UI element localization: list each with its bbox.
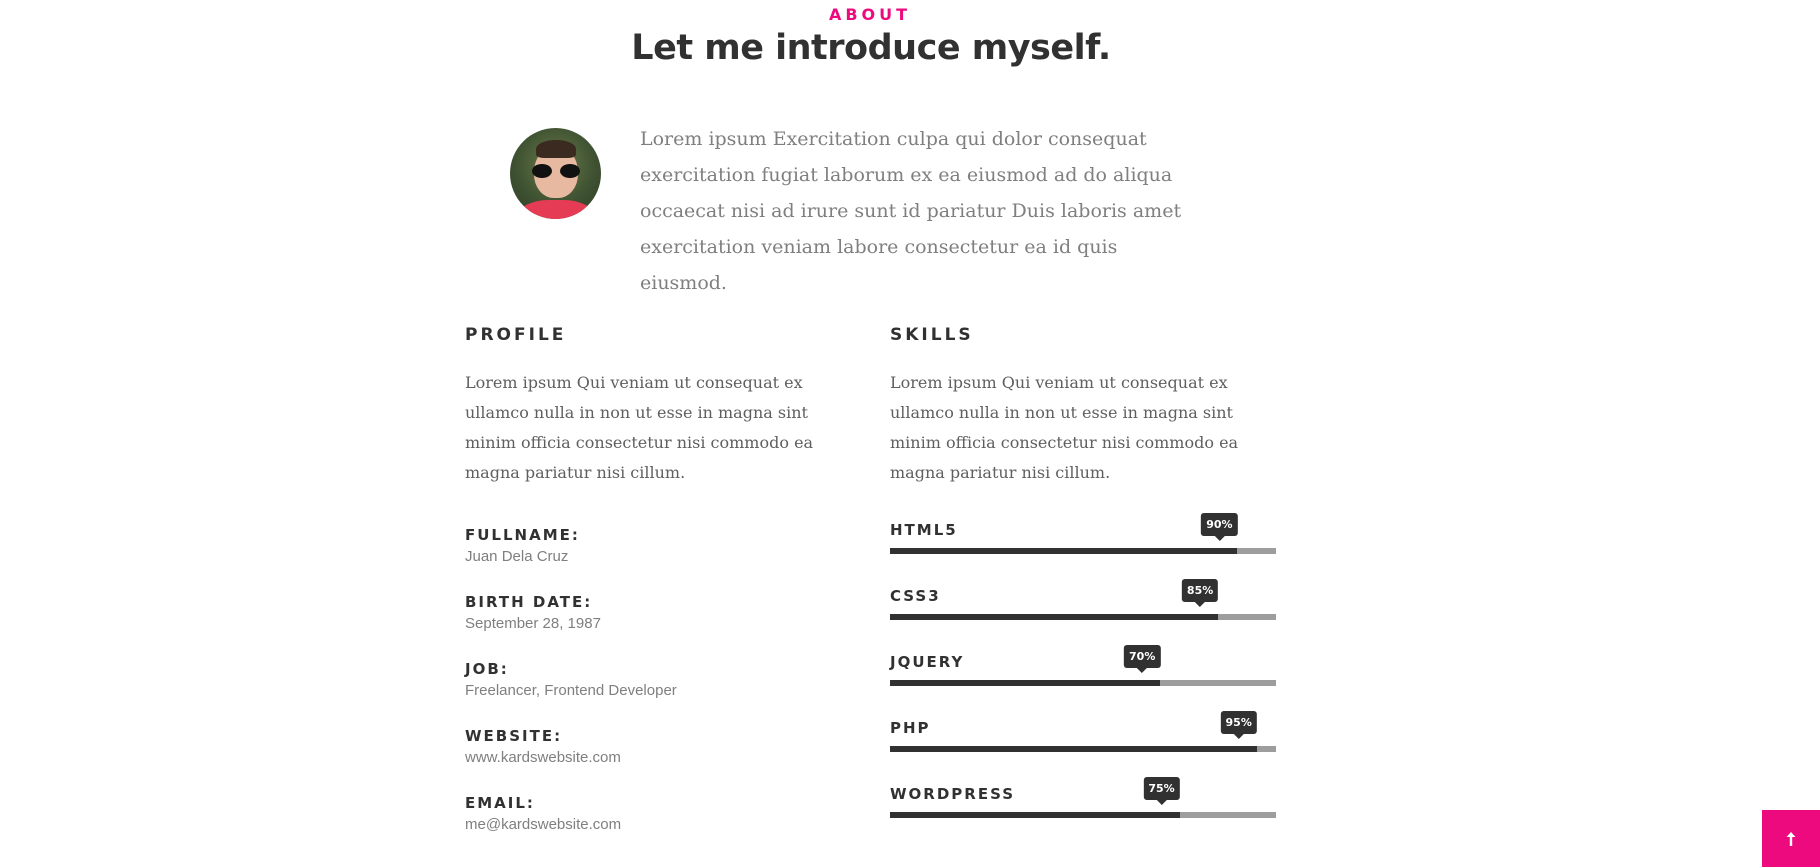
skill-track [890, 548, 1276, 554]
skill-track [890, 812, 1276, 818]
arrow-up-icon [1786, 831, 1796, 846]
skill-bars: HTML5 90% CSS3 85% JQUERY 70% PHP 95% WO… [890, 512, 1276, 842]
skill-html5: HTML5 90% [890, 512, 1276, 578]
skill-name: PHP [890, 719, 931, 737]
info-value: September 28, 1987 [465, 615, 601, 632]
skill-percent-tooltip: 85% [1181, 579, 1219, 607]
skill-name: JQUERY [890, 653, 965, 671]
avatar [510, 128, 601, 219]
skill-fill [890, 812, 1180, 818]
info-label: FULLNAME: [465, 526, 580, 544]
info-label: JOB: [465, 660, 509, 678]
info-item-birth-date: BIRTH DATE: September 28, 1987 [465, 592, 845, 659]
info-item-website: WEBSITE: www.kardswebsite.com [465, 726, 845, 793]
skill-css3: CSS3 85% [890, 578, 1276, 644]
avatar-hair [536, 140, 576, 158]
skill-percent-tooltip: 95% [1220, 711, 1257, 739]
profile-info-list: FULLNAME: Juan Dela Cruz BIRTH DATE: Sep… [465, 525, 845, 860]
skill-name: HTML5 [890, 521, 958, 539]
skill-fill [890, 614, 1219, 620]
skill-percent-tooltip: 90% [1201, 513, 1238, 541]
profile-column: PROFILE Lorem ipsum Qui veniam ut conseq… [465, 323, 855, 488]
info-value: Juan Dela Cruz [465, 548, 569, 565]
skill-name: WORDPRESS [890, 785, 1016, 803]
skill-jquery: JQUERY 70% [890, 644, 1276, 710]
intro-paragraph: Lorem ipsum Exercitation culpa qui dolor… [640, 128, 1182, 294]
skill-track [890, 614, 1276, 620]
skill-fill [890, 548, 1238, 554]
avatar-sunglasses [532, 164, 580, 178]
info-value: Freelancer, Frontend Developer [465, 682, 677, 699]
about-label: ABOUT [828, 5, 912, 24]
skills-column: SKILLS Lorem ipsum Qui veniam ut consequ… [890, 323, 1280, 488]
back-to-top-button[interactable] [1762, 810, 1820, 867]
info-item-email: EMAIL: me@kardswebsite.com [465, 793, 845, 860]
section-title: Let me introduce myself. [631, 28, 1111, 68]
avatar-shirt [518, 200, 594, 219]
skill-php: PHP 95% [890, 710, 1276, 776]
skill-wordpress: WORDPRESS 75% [890, 776, 1276, 842]
skill-name: CSS3 [890, 587, 941, 605]
skills-text: Lorem ipsum Qui veniam ut consequat ex u… [890, 373, 1239, 482]
skill-track [890, 746, 1276, 752]
skill-fill [890, 680, 1161, 686]
profile-title: PROFILE [465, 325, 567, 345]
info-item-fullname: FULLNAME: Juan Dela Cruz [465, 525, 845, 592]
info-item-job: JOB: Freelancer, Frontend Developer [465, 659, 845, 726]
info-value: me@kardswebsite.com [465, 816, 622, 833]
info-label: EMAIL: [465, 794, 535, 812]
skill-percent-tooltip: 70% [1124, 645, 1161, 673]
skill-track [890, 680, 1276, 686]
skill-fill [890, 746, 1257, 752]
profile-text: Lorem ipsum Qui veniam ut consequat ex u… [465, 373, 814, 482]
info-label: BIRTH DATE: [465, 593, 593, 611]
skills-title: SKILLS [890, 325, 974, 345]
skill-percent-tooltip: 75% [1143, 777, 1180, 805]
info-value: www.kardswebsite.com [465, 749, 621, 766]
info-label: WEBSITE: [465, 727, 563, 745]
